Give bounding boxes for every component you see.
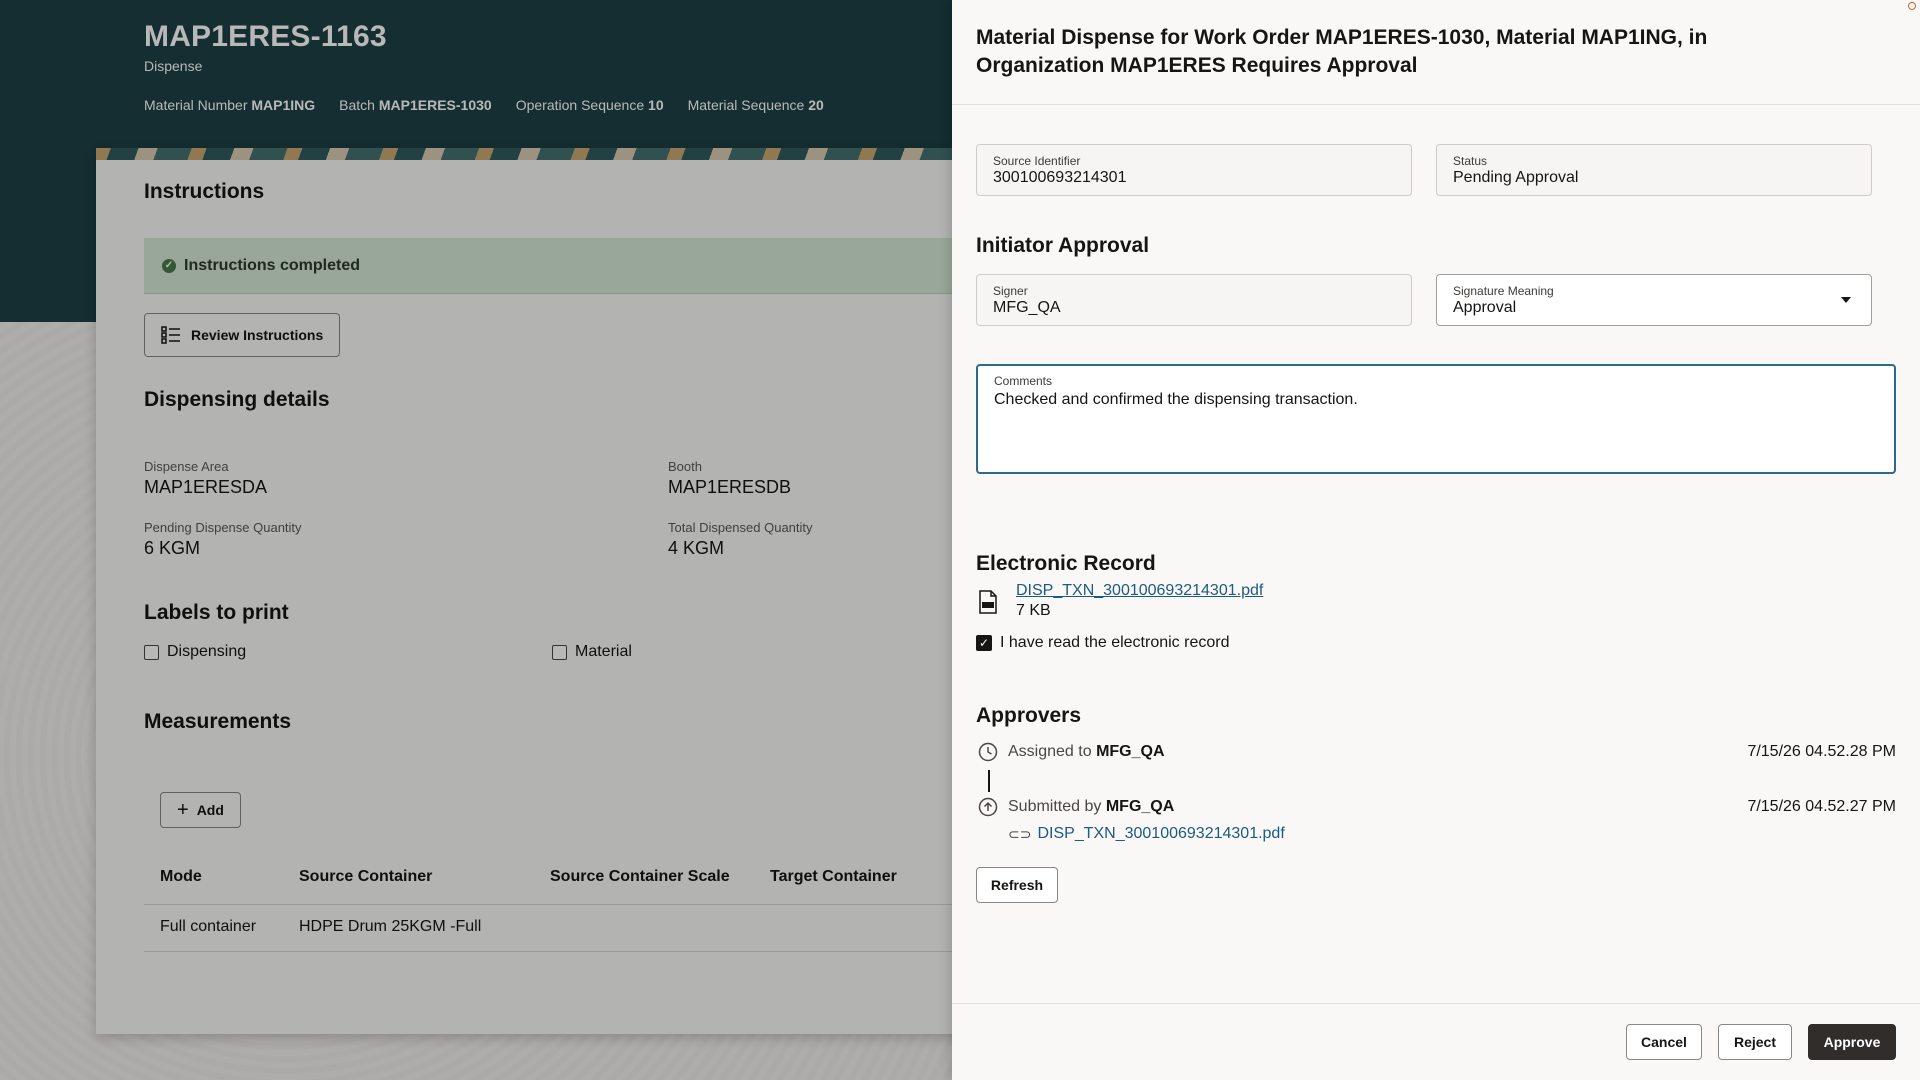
clock-icon	[978, 742, 998, 762]
electronic-record-heading: Electronic Record	[976, 552, 1156, 575]
signature-meaning-value: Approval	[1453, 299, 1517, 316]
initiator-approval-heading: Initiator Approval	[976, 234, 1150, 257]
source-identifier-value: 300100693214301	[993, 169, 1127, 186]
status-value: Pending Approval	[1453, 169, 1579, 186]
signature-meaning-select[interactable]: Signature Meaning Approval	[1436, 274, 1872, 326]
approvers-heading: Approvers	[976, 704, 1082, 727]
modal-scrim[interactable]	[0, 0, 952, 1080]
drawer-title: Material Dispense for Work Order MAP1ERE…	[976, 26, 1708, 77]
upload-icon	[978, 797, 998, 817]
cancel-button[interactable]: Cancel	[1626, 1024, 1702, 1060]
chevron-down-icon	[1841, 297, 1851, 303]
source-identifier-field: Source Identifier 300100693214301	[976, 144, 1412, 196]
comments-textarea[interactable]: Comments Checked and confirmed the dispe…	[976, 364, 1896, 474]
notification-dot-icon	[1908, 2, 1916, 10]
paperclip-icon: ⊂⊃	[1008, 825, 1032, 842]
read-record-checkbox[interactable]: ✓ I have read the electronic record	[976, 634, 1229, 652]
approval-drawer: Material Dispense for Work Order MAP1ERE…	[952, 0, 1920, 1080]
drawer-header: Material Dispense for Work Order MAP1ERE…	[952, 0, 1920, 105]
status-field: Status Pending Approval	[1436, 144, 1872, 196]
approve-button[interactable]: Approve	[1808, 1024, 1896, 1060]
timeline-connector	[988, 770, 990, 792]
submitted-attachment-link[interactable]: ⊂⊃ DISP_TXN_300100693214301.pdf	[1008, 825, 1285, 843]
refresh-button[interactable]: Refresh	[976, 867, 1058, 903]
submitted-time: 7/15/26 04.52.27 PM	[1747, 798, 1896, 815]
reject-button[interactable]: Reject	[1718, 1024, 1792, 1060]
background-page: MAP1ERES-1163 Dispense Material Number M…	[0, 0, 952, 1080]
signer-field: Signer MFG_QA	[976, 274, 1412, 326]
pdf-file-icon	[979, 590, 997, 614]
checkbox-checked-icon: ✓	[976, 635, 992, 651]
electronic-record-link[interactable]: DISP_TXN_300100693214301.pdf	[1016, 582, 1263, 600]
assigned-time: 7/15/26 04.52.28 PM	[1747, 743, 1896, 760]
file-size: 7 KB	[1016, 602, 1051, 619]
comments-value[interactable]: Checked and confirmed the dispensing tra…	[994, 390, 1878, 410]
signer-value: MFG_QA	[993, 299, 1061, 316]
